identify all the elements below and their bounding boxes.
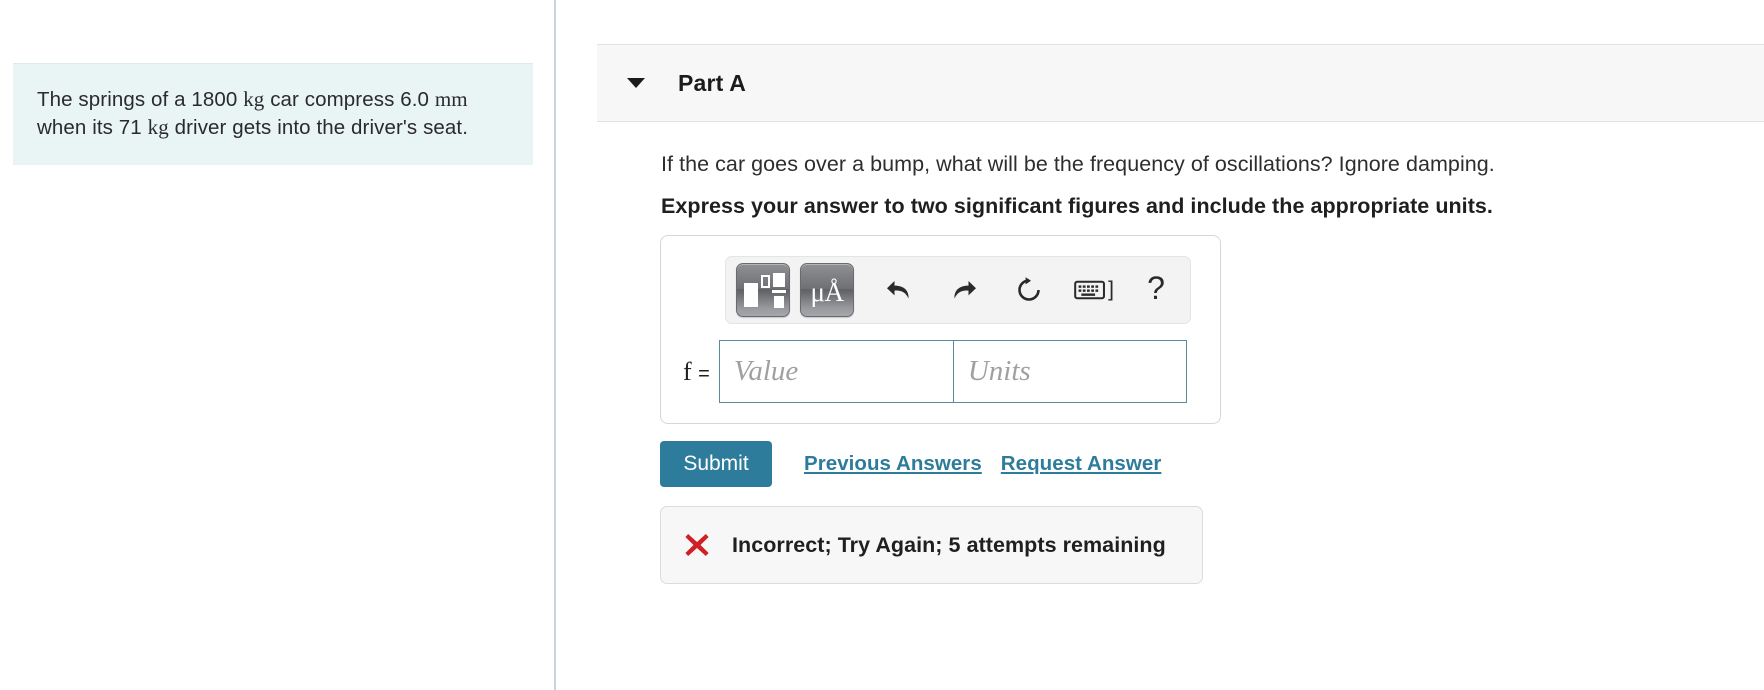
- previous-answers-link[interactable]: Previous Answers: [804, 452, 982, 476]
- math-template-icon: [743, 272, 786, 308]
- variable-label: f =: [683, 357, 710, 387]
- undo-arrow-icon[interactable]: [879, 270, 919, 310]
- problem-text-part-4: driver gets into the driver's seat.: [168, 115, 469, 139]
- keyboard-icon: [1074, 280, 1105, 300]
- units-symbols-button[interactable]: μÅ: [800, 263, 854, 317]
- feedback-box: Incorrect; Try Again; 5 attempts remaini…: [660, 506, 1203, 584]
- unit-mm: mm: [434, 87, 468, 111]
- page-root: The springs of a 1800 kg car compress 6.…: [0, 0, 1764, 690]
- problem-statement-box: The springs of a 1800 kg car compress 6.…: [13, 63, 533, 166]
- keyboard-bracket-label: ]: [1108, 278, 1114, 301]
- mu-angstrom-icon: μÅ: [810, 276, 844, 307]
- submit-button[interactable]: Submit: [660, 441, 772, 487]
- unit-kg-1: kg: [243, 87, 265, 111]
- reset-circular-arrow-icon[interactable]: [1009, 270, 1049, 310]
- red-x-mark-icon: [682, 530, 712, 560]
- keyboard-shortcuts-button[interactable]: ]: [1074, 270, 1114, 310]
- problem-text-part-1: The springs of a 1800: [37, 88, 244, 111]
- problem-text-part-2: car compress 6.0: [264, 88, 435, 111]
- answer-entry-panel: μÅ] ? f = Value Units: [660, 235, 1221, 424]
- variable-name: f: [683, 356, 692, 386]
- value-input[interactable]: [718, 340, 953, 403]
- redo-arrow-icon[interactable]: [944, 270, 984, 310]
- math-template-button[interactable]: [736, 263, 790, 317]
- submit-row: Submit Previous Answers Request Answer: [660, 441, 1161, 487]
- problem-text-part-3: when its 71: [37, 115, 148, 139]
- question-prompt: If the car goes over a bump, what will b…: [661, 152, 1495, 176]
- part-title: Part A: [678, 69, 747, 96]
- question-mark-icon[interactable]: ?: [1136, 270, 1176, 310]
- answer-instruction: Express your answer to two significant f…: [661, 194, 1493, 218]
- unit-kg-2: kg: [147, 114, 169, 139]
- feedback-message: Incorrect; Try Again; 5 attempts remaini…: [732, 532, 1166, 557]
- part-a-header[interactable]: Part A: [597, 44, 1764, 122]
- chevron-down-triangle-icon[interactable]: [625, 72, 647, 94]
- problem-statement-pane: The springs of a 1800 kg car compress 6.…: [0, 0, 554, 690]
- math-editor-toolbar: μÅ] ?: [725, 256, 1191, 324]
- equals-sign: =: [698, 362, 710, 385]
- units-input[interactable]: [952, 340, 1187, 403]
- answer-pane: Part A If the car goes over a bump, what…: [556, 0, 1764, 690]
- request-answer-link[interactable]: Request Answer: [1001, 452, 1162, 476]
- problem-statement-text: The springs of a 1800 kg car compress 6.…: [37, 86, 509, 141]
- answer-input-row: f =: [683, 340, 1187, 403]
